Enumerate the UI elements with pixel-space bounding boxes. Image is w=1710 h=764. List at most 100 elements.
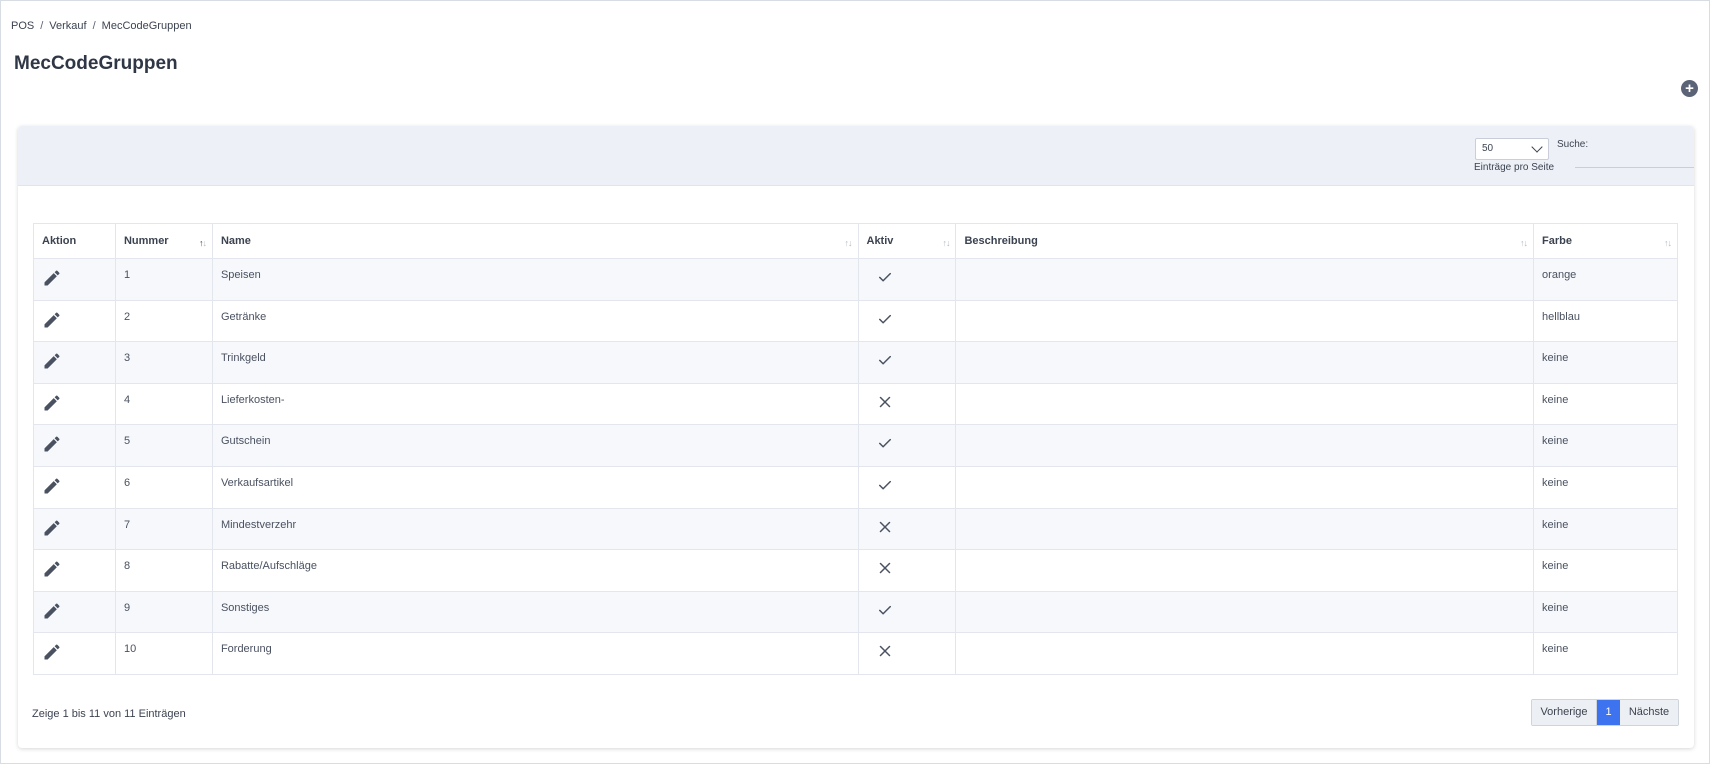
column-header-nummer[interactable]: Nummer ↑↓ (114, 223, 213, 259)
pagination-previous[interactable]: Vorherige (1532, 700, 1597, 725)
breadcrumb-separator: / (92, 20, 96, 32)
column-header-aktiv[interactable]: Aktiv ↑↓ (857, 223, 957, 259)
check-icon (876, 268, 894, 286)
search-input[interactable] (1575, 150, 1694, 168)
check-icon (876, 310, 894, 328)
cell-aktion (33, 590, 116, 634)
table-row: 5 Gutschein keine (33, 424, 1678, 467)
column-header-aktion: Aktion (33, 223, 116, 259)
cell-name: Trinkgeld (211, 341, 859, 384)
check-icon (876, 351, 894, 369)
cell-aktiv (857, 382, 957, 426)
table-card: 50 Einträge pro Seite Suche: Aktion Numm… (18, 126, 1694, 748)
cell-name: Sonstiges (211, 590, 859, 634)
add-button[interactable]: + (1681, 80, 1698, 97)
pagination-next[interactable]: Nächste (1620, 700, 1678, 725)
table-row: 7 Mindestverzehr keine (33, 507, 1678, 551)
cell-aktiv (857, 424, 957, 467)
cell-aktion (33, 465, 116, 509)
pencil-icon[interactable] (42, 351, 62, 371)
cell-nummer: 9 (114, 590, 213, 634)
breadcrumb-separator: / (40, 20, 44, 32)
cell-aktion (33, 341, 116, 384)
sort-icon: ↑↓ (1664, 238, 1672, 248)
table-row: 2 Getränke hellblau (33, 299, 1678, 343)
column-header-farbe[interactable]: Farbe ↑↓ (1533, 223, 1678, 259)
cell-nummer: 3 (114, 341, 213, 384)
cell-name: Lieferkosten- (211, 382, 859, 426)
breadcrumb-item-pos[interactable]: POS (11, 20, 34, 32)
cell-aktion (33, 382, 116, 426)
pencil-icon[interactable] (42, 268, 62, 288)
cell-aktion (33, 507, 116, 551)
cell-aktiv (857, 299, 957, 343)
cell-aktion (33, 258, 116, 301)
cell-aktiv (857, 590, 957, 634)
pencil-icon[interactable] (42, 393, 62, 413)
column-header-name[interactable]: Name ↑↓ (211, 223, 859, 259)
cell-beschreibung (955, 632, 1535, 675)
cell-aktion (33, 299, 116, 343)
cell-farbe: keine (1533, 341, 1678, 384)
sort-icon: ↑↓ (1520, 238, 1528, 248)
cell-aktiv (857, 632, 957, 675)
cell-name: Gutschein (211, 424, 859, 467)
pencil-icon[interactable] (42, 559, 62, 579)
cell-nummer: 2 (114, 299, 213, 343)
cell-beschreibung (955, 341, 1535, 384)
cell-nummer: 4 (114, 382, 213, 426)
cell-nummer: 5 (114, 424, 213, 467)
cell-beschreibung (955, 382, 1535, 426)
sort-icon: ↑↓ (844, 238, 853, 248)
cell-aktiv (857, 507, 957, 551)
sort-asc-icon: ↑↓ (198, 238, 207, 248)
cell-beschreibung (955, 299, 1535, 343)
cell-farbe: keine (1533, 465, 1678, 509)
breadcrumb: POS / Verkauf / MecCodeGruppen (11, 20, 192, 32)
cell-nummer: 7 (114, 507, 213, 551)
cell-name: Rabatte/Aufschläge (211, 549, 859, 592)
cell-farbe: keine (1533, 424, 1678, 467)
cell-farbe: orange (1533, 258, 1678, 301)
table-row: 4 Lieferkosten-keine (33, 382, 1678, 426)
table-row: 10 Forderung keine (33, 632, 1678, 675)
pagination-page-current[interactable]: 1 (1597, 700, 1620, 725)
cell-farbe: hellblau (1533, 299, 1678, 343)
cell-nummer: 10 (114, 632, 213, 675)
cross-icon (876, 393, 894, 411)
table-row: 8 Rabatte/Aufschläge keine (33, 549, 1678, 592)
breadcrumb-item-verkauf[interactable]: Verkauf (49, 20, 86, 32)
pencil-icon[interactable] (42, 476, 62, 496)
pencil-icon[interactable] (42, 642, 62, 662)
cell-aktion (33, 632, 116, 675)
table-row: 1 Speisen orange (33, 258, 1678, 301)
cell-name: Getränke (211, 299, 859, 343)
table-row: 3 Trinkgeld keine (33, 341, 1678, 384)
cell-beschreibung (955, 258, 1535, 301)
cell-name: Mindestverzehr (211, 507, 859, 551)
table-info: Zeige 1 bis 11 von 11 Einträgen (32, 708, 186, 720)
cell-aktiv (857, 341, 957, 384)
cell-aktion (33, 549, 116, 592)
breadcrumb-item-current: MecCodeGruppen (101, 20, 192, 32)
column-header-beschreibung[interactable]: Beschreibung ↑↓ (955, 223, 1535, 259)
pencil-icon[interactable] (42, 434, 62, 454)
pagination: Vorherige 1 Nächste (1531, 699, 1679, 726)
check-icon (876, 434, 894, 452)
check-icon (876, 476, 894, 494)
cell-nummer: 1 (114, 258, 213, 301)
cell-farbe: keine (1533, 632, 1678, 675)
cell-beschreibung (955, 465, 1535, 509)
pencil-icon[interactable] (42, 310, 62, 330)
pencil-icon[interactable] (42, 518, 62, 538)
table-body: 1 Speisen orange 2 Getränke hellblau 3 Trinkgel… (33, 258, 1678, 675)
chevron-down-icon (1531, 141, 1543, 153)
cross-icon (876, 559, 894, 577)
pencil-icon[interactable] (42, 601, 62, 621)
cross-icon (876, 642, 894, 660)
page-length-select[interactable]: 50 (1475, 138, 1549, 160)
search-label: Suche: (1557, 139, 1589, 150)
cell-beschreibung (955, 549, 1535, 592)
cell-beschreibung (955, 424, 1535, 467)
cell-beschreibung (955, 590, 1535, 634)
